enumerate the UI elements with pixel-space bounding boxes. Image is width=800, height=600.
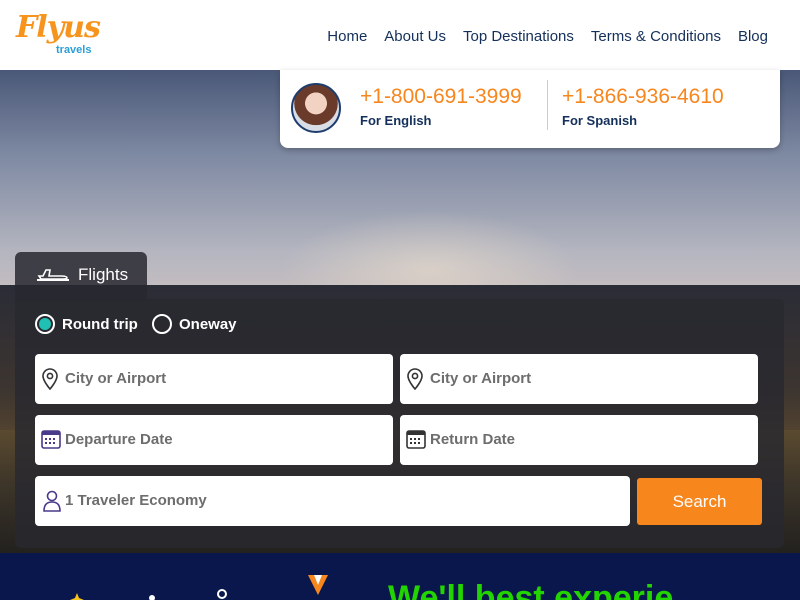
- return-date-placeholder: Return Date: [430, 431, 516, 448]
- nav-blog[interactable]: Blog: [738, 28, 768, 45]
- brand-name: Flyus: [16, 10, 101, 45]
- tab-flights[interactable]: Flights: [15, 252, 147, 302]
- phone-spanish[interactable]: +1-866-936-4610: [562, 85, 724, 109]
- from-placeholder: City or Airport: [65, 370, 167, 387]
- contact-card: +1-800-691-3999 For English +1-866-936-4…: [280, 70, 780, 148]
- person-icon: [43, 490, 61, 512]
- return-date-field[interactable]: Return Date: [400, 415, 758, 465]
- radio-oneway-label: Oneway: [179, 315, 237, 333]
- nav-top-destinations[interactable]: Top Destinations: [463, 28, 574, 45]
- radio-oneway-indicator[interactable]: [152, 314, 172, 334]
- nav-terms-conditions[interactable]: Terms & Conditions: [591, 28, 721, 45]
- calendar-icon: [406, 430, 426, 449]
- phone-english[interactable]: +1-800-691-3999: [360, 85, 522, 109]
- flag-icon: [308, 575, 328, 595]
- circle-icon: [217, 589, 227, 599]
- radio-oneway[interactable]: Oneway: [152, 314, 237, 334]
- promo-banner: We'll best experie: [0, 553, 800, 600]
- header: Flyus travels Home About Us Top Destinat…: [0, 0, 800, 70]
- phone-english-label: For English: [360, 113, 432, 128]
- flight-search-panel: Round trip Oneway City or Airport City o…: [15, 299, 784, 548]
- to-placeholder: City or Airport: [430, 370, 532, 387]
- location-pin-icon: [407, 368, 423, 390]
- travelers-field[interactable]: 1 Traveler Economy: [35, 476, 630, 526]
- departure-date-field[interactable]: Departure Date: [35, 415, 393, 465]
- to-field[interactable]: City or Airport: [400, 354, 758, 404]
- tab-flights-label: Flights: [78, 265, 129, 284]
- brand-tagline: travels: [56, 44, 92, 56]
- location-pin-icon: [42, 368, 58, 390]
- sparkle-icon: [149, 595, 155, 600]
- radio-round-trip[interactable]: Round trip: [35, 314, 138, 334]
- travelers-value: 1 Traveler Economy: [65, 492, 207, 509]
- radio-round-trip-label: Round trip: [62, 315, 138, 333]
- departure-date-placeholder: Departure Date: [65, 431, 173, 448]
- nav-home[interactable]: Home: [327, 28, 367, 45]
- search-button[interactable]: Search: [637, 478, 762, 525]
- nav-about-us[interactable]: About Us: [384, 28, 446, 45]
- banner-headline: We'll best experie: [388, 579, 674, 600]
- plane-icon: [37, 269, 69, 281]
- from-field[interactable]: City or Airport: [35, 354, 393, 404]
- phone-spanish-label: For Spanish: [562, 113, 638, 128]
- star-icon: [70, 593, 84, 600]
- main-nav: Home About Us Top Destinations Terms & C…: [327, 28, 768, 45]
- contact-divider: [547, 80, 548, 130]
- radio-round-trip-indicator[interactable]: [35, 314, 55, 334]
- brand-logo[interactable]: Flyus travels: [16, 10, 101, 60]
- calendar-icon: [41, 430, 61, 449]
- support-agent-avatar: [291, 83, 341, 133]
